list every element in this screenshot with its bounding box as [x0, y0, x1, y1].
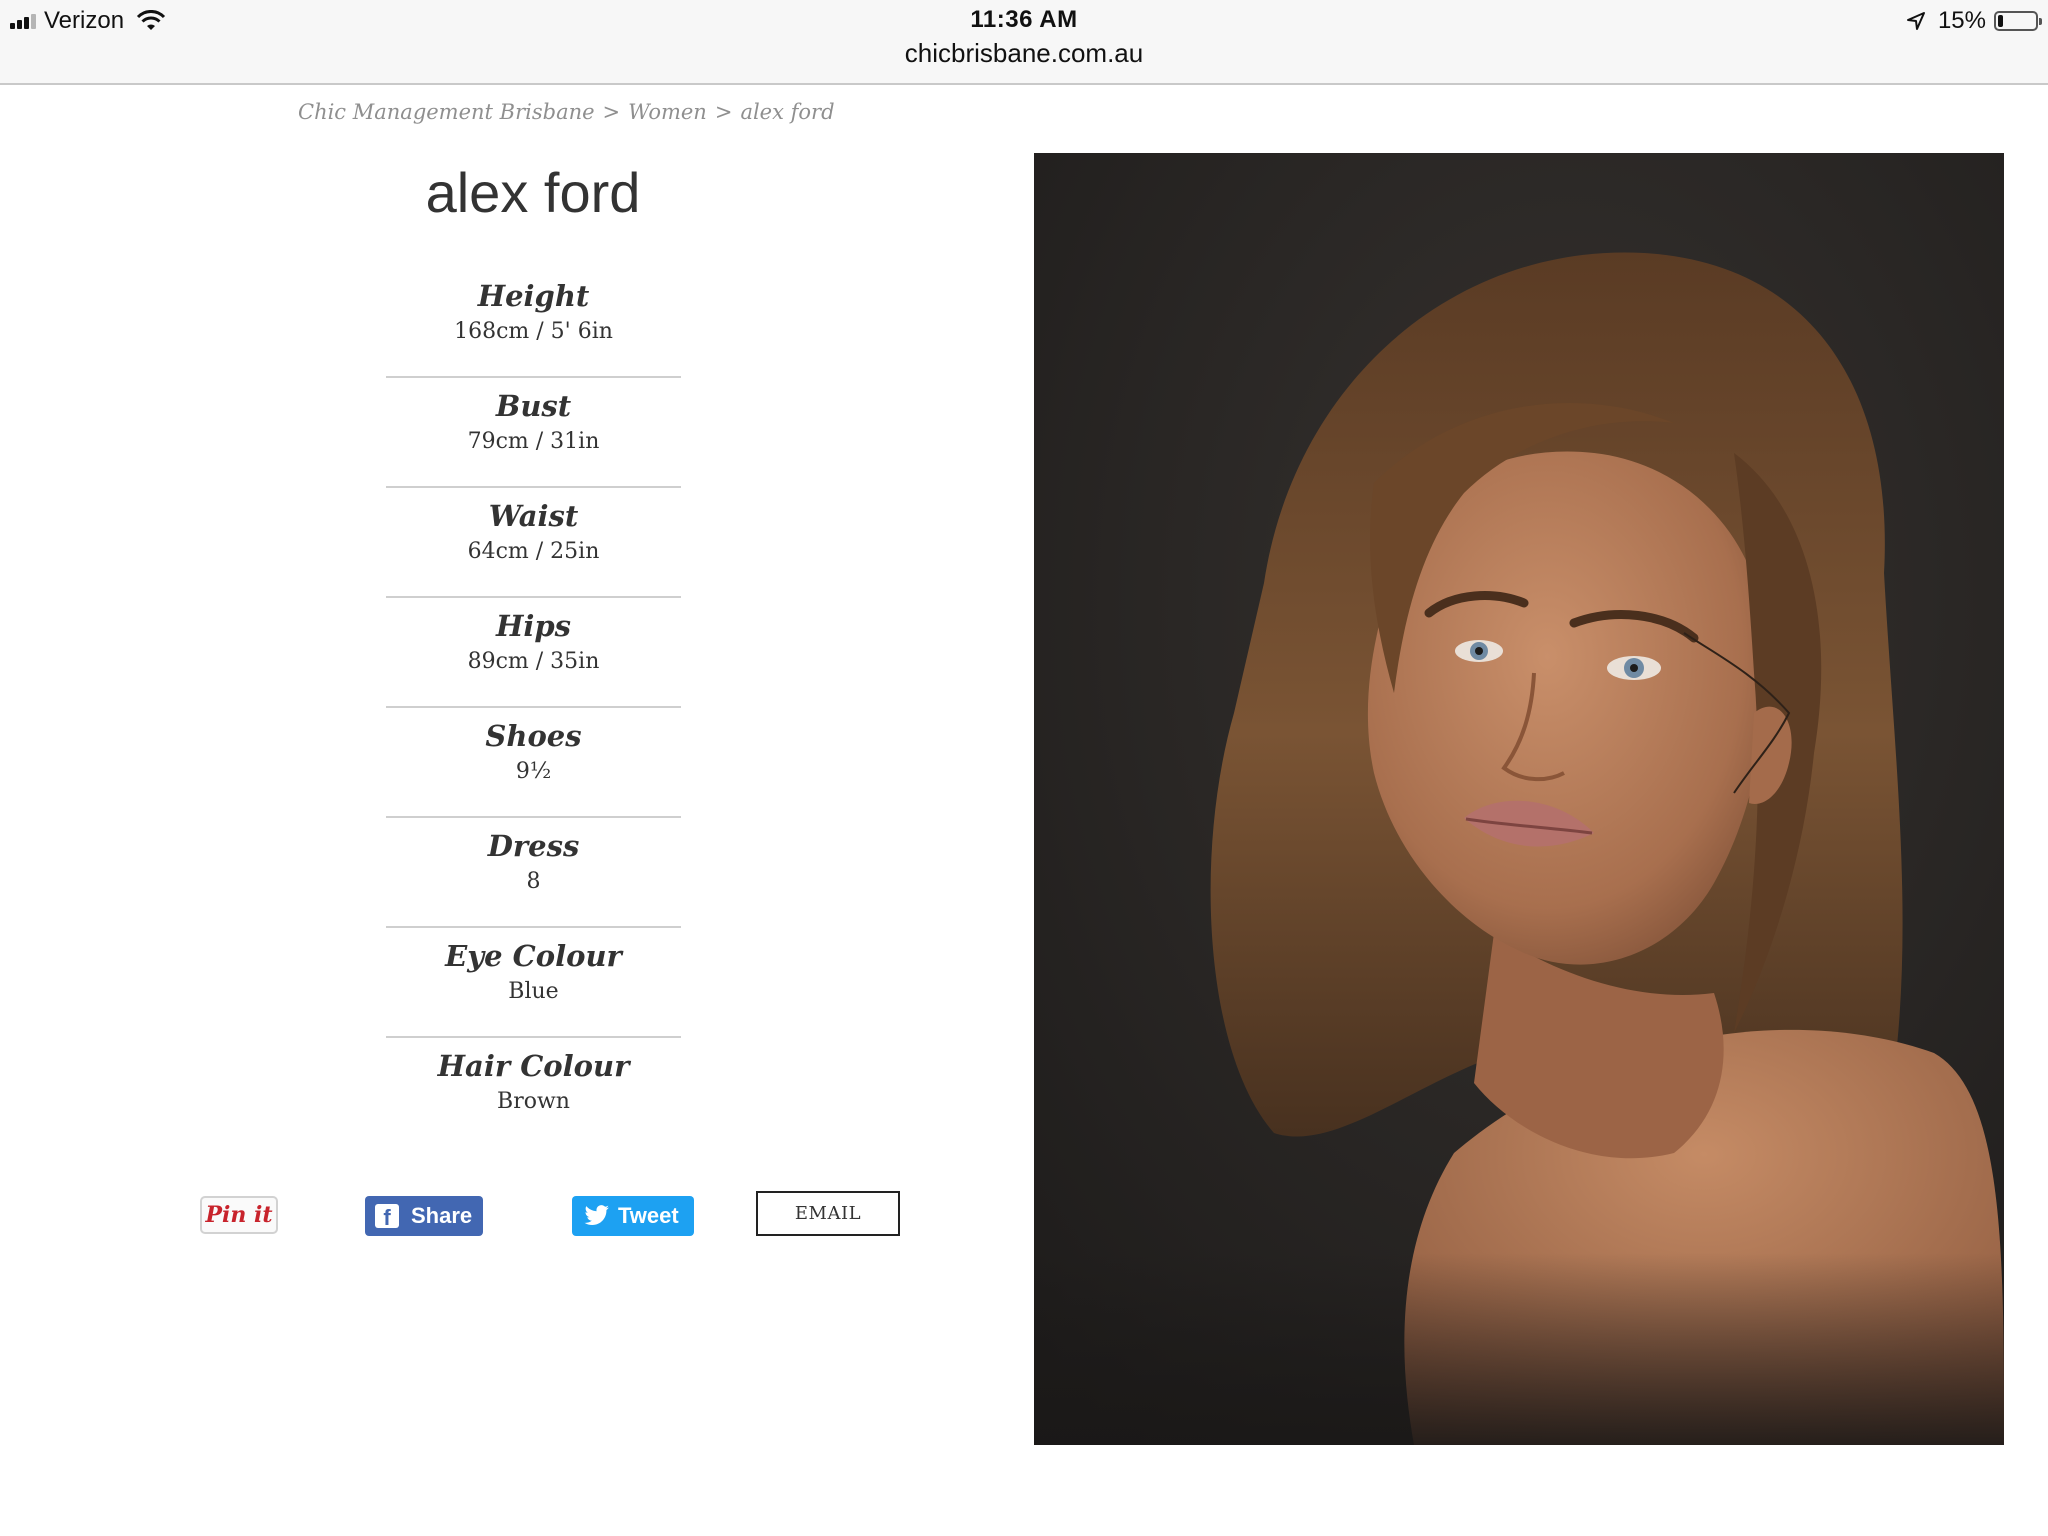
- model-stats-list: Height 168cm / 5' 6in Bust 79cm / 31in W…: [386, 270, 681, 1150]
- stat-value: 89cm / 35in: [467, 649, 600, 675]
- stat-waist: Waist 64cm / 25in: [386, 490, 681, 598]
- stat-value: 9½: [515, 759, 552, 785]
- stat-label: Eye Colour: [445, 939, 622, 973]
- email-button[interactable]: EMAIL: [756, 1191, 900, 1236]
- stat-label: Hair Colour: [437, 1049, 630, 1083]
- address-bar[interactable]: chicbrisbane.com.au: [0, 38, 2048, 69]
- facebook-share-button[interactable]: f Share: [365, 1196, 483, 1236]
- page-title: alex ford: [425, 161, 641, 224]
- status-right: 15%: [1906, 6, 2042, 36]
- pinterest-button[interactable]: Pin it: [200, 1196, 278, 1234]
- breadcrumb-item-women[interactable]: Women: [628, 100, 707, 124]
- stat-hips: Hips 89cm / 35in: [386, 600, 681, 708]
- battery-percent: 15%: [1937, 7, 1986, 34]
- facebook-share-label: Share: [411, 1203, 473, 1228]
- stat-label: Hips: [495, 609, 572, 643]
- stat-dress: Dress 8: [386, 820, 681, 928]
- facebook-icon: f: [375, 1204, 399, 1228]
- stat-height: Height 168cm / 5' 6in: [386, 270, 681, 378]
- tweet-label: Tweet: [618, 1203, 679, 1228]
- stat-value: Brown: [497, 1089, 570, 1115]
- stat-value: 168cm / 5' 6in: [454, 319, 613, 345]
- clock: 11:36 AM: [970, 6, 1078, 33]
- pinterest-label: Pin it: [205, 1202, 273, 1228]
- stat-label: Height: [477, 279, 590, 313]
- battery-icon: [1994, 11, 2042, 31]
- stat-label: Shoes: [485, 719, 582, 753]
- stat-label: Dress: [487, 829, 580, 863]
- breadcrumb-separator: >: [602, 100, 621, 124]
- portrait-illustration: [1034, 153, 2004, 1445]
- breadcrumb: Chic Management Brisbane > Women > alex ford: [298, 100, 835, 124]
- stat-value: 8: [526, 869, 541, 895]
- browser-status-bar: Verizon 11:36 AM chicbrisbane.com.au 15%: [0, 0, 2048, 85]
- twitter-bird-icon: [584, 1205, 609, 1225]
- email-label: EMAIL: [794, 1203, 862, 1224]
- breadcrumb-item-current[interactable]: alex ford: [740, 100, 834, 124]
- tweet-button[interactable]: Tweet: [572, 1196, 694, 1236]
- breadcrumb-separator: >: [714, 100, 733, 124]
- location-arrow-icon: [1906, 12, 1925, 30]
- stat-value: 79cm / 31in: [467, 429, 600, 455]
- breadcrumb-item-home[interactable]: Chic Management Brisbane: [298, 100, 595, 124]
- stat-value: 64cm / 25in: [467, 539, 600, 565]
- stat-bust: Bust 79cm / 31in: [386, 380, 681, 488]
- stat-eye-colour: Eye Colour Blue: [386, 930, 681, 1038]
- stat-hair-colour: Hair Colour Brown: [386, 1040, 681, 1148]
- stat-value: Blue: [508, 979, 559, 1005]
- stat-label: Waist: [488, 499, 579, 533]
- stat-label: Bust: [495, 389, 572, 423]
- model-portrait-photo: [1034, 153, 2004, 1445]
- stat-shoes: Shoes 9½: [386, 710, 681, 818]
- battery-level-fill: [1998, 15, 2003, 27]
